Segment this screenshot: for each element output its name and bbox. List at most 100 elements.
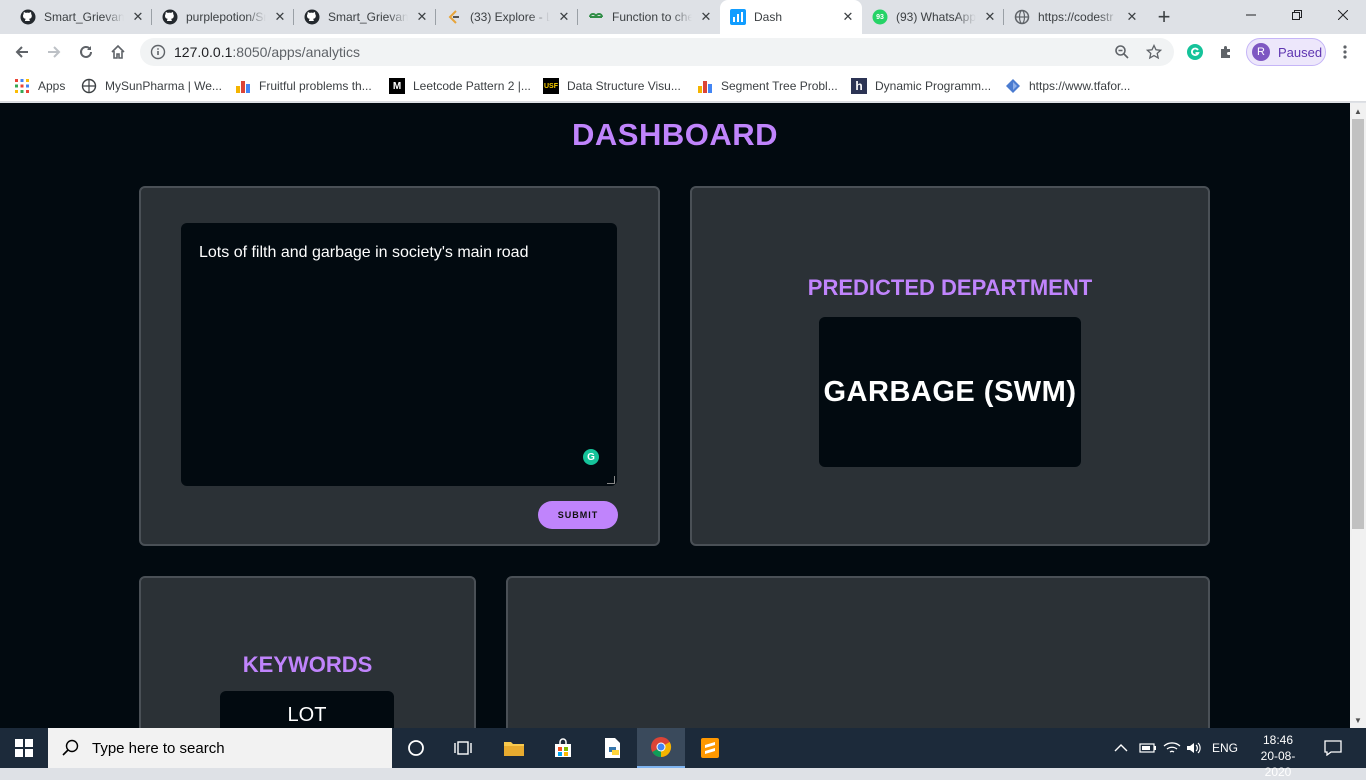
sublime-text-icon xyxy=(701,738,719,758)
prediction-panel: PREDICTED DEPARTMENT GARBAGE (SWM) xyxy=(690,186,1210,546)
address-bar[interactable]: 127.0.0.1:8050/apps/analytics xyxy=(140,38,1174,66)
close-tab-icon[interactable]: ✕ xyxy=(1124,9,1140,25)
complaint-text: Lots of filth and garbage in society's m… xyxy=(199,244,529,261)
zoom-icon[interactable] xyxy=(1114,44,1130,65)
url-path: :8050/apps/analytics xyxy=(232,44,361,60)
bar-chart-icon xyxy=(235,78,251,94)
whatsapp-icon: 93 xyxy=(872,9,888,25)
close-tab-icon[interactable]: ✕ xyxy=(556,9,572,25)
scroll-up-icon[interactable]: ▲ xyxy=(1350,103,1366,119)
tab-purplepotion[interactable]: purplepotion/Smart_Grievance ✕ xyxy=(152,0,294,34)
reload-button[interactable] xyxy=(74,40,98,64)
bookmark-dynamic-programming[interactable]: h Dynamic Programm... xyxy=(851,76,991,96)
start-button[interactable] xyxy=(0,728,48,768)
hackerearth-icon: h xyxy=(851,78,867,94)
windows-taskbar: Type here to search ENG 18:46 20-08-2020 xyxy=(0,728,1366,779)
tab-title: Function to check xyxy=(612,10,692,24)
folder-icon xyxy=(504,742,524,756)
new-tab-button[interactable]: + xyxy=(1150,4,1178,29)
back-button[interactable] xyxy=(10,40,34,64)
store-button[interactable] xyxy=(539,728,587,768)
tab-leetcode[interactable]: (33) Explore - LeetCode ✕ xyxy=(436,0,578,34)
dash-icon xyxy=(730,9,746,25)
notification-icon xyxy=(1324,740,1342,756)
python-file-app-button[interactable] xyxy=(588,728,636,768)
github-icon xyxy=(162,9,178,25)
complaint-input-panel: Lots of filth and garbage in society's m… xyxy=(139,186,660,546)
close-window-button[interactable] xyxy=(1320,0,1366,30)
bookmark-label: Segment Tree Probl... xyxy=(721,79,838,93)
taskbar-search-box[interactable]: Type here to search xyxy=(48,728,392,768)
arrow-right-icon xyxy=(48,46,61,58)
keywords-panel: KEYWORDS LOT xyxy=(139,576,476,728)
close-tab-icon[interactable]: ✕ xyxy=(272,9,288,25)
extensions-puzzle-icon[interactable] xyxy=(1214,40,1238,64)
chrome-taskbar-button[interactable] xyxy=(637,728,685,768)
home-button[interactable] xyxy=(106,40,130,64)
restore-button[interactable] xyxy=(1274,0,1320,30)
grammarly-extension-icon[interactable] xyxy=(1183,40,1207,64)
bookmark-star-icon[interactable] xyxy=(1145,43,1163,65)
complaint-textarea[interactable]: Lots of filth and garbage in society's m… xyxy=(181,223,617,486)
restore-icon xyxy=(1292,10,1302,20)
bookmarks-bar: Apps MySunPharma | We... Fruitful proble… xyxy=(0,70,1366,102)
task-view-button[interactable] xyxy=(440,728,488,768)
tab-smart-grievance-2[interactable]: Smart_Grievance ✕ xyxy=(294,0,436,34)
leetcode-icon xyxy=(446,9,462,25)
close-tab-icon[interactable]: ✕ xyxy=(130,9,146,25)
url-host: 127.0.0.1 xyxy=(174,44,233,60)
clock-time: 18:46 xyxy=(1262,733,1294,747)
wifi-icon[interactable] xyxy=(1163,728,1181,768)
globe-icon xyxy=(1014,9,1030,25)
browser-menu-button[interactable] xyxy=(1333,40,1357,64)
bookmark-tfafor[interactable]: https://www.tfafor... xyxy=(1005,76,1130,96)
file-explorer-button[interactable] xyxy=(490,728,538,768)
info-icon[interactable] xyxy=(150,44,166,65)
close-tab-icon[interactable]: ✕ xyxy=(414,9,430,25)
submit-button[interactable]: SUBMIT xyxy=(538,501,618,529)
tab-geeksforgeeks[interactable]: Function to check ✕ xyxy=(578,0,720,34)
sublime-text-button[interactable] xyxy=(686,728,734,768)
github-icon xyxy=(304,9,320,25)
tab-codestr[interactable]: https://codestr ✕ xyxy=(1004,0,1146,34)
bookmark-segment-tree[interactable]: Segment Tree Probl... xyxy=(697,76,838,96)
cortana-button[interactable] xyxy=(392,728,440,768)
tab-smart-grievance-1[interactable]: Smart_Grievance ✕ xyxy=(10,0,152,34)
tab-title: (93) WhatsApp xyxy=(896,10,976,24)
minimize-button[interactable] xyxy=(1228,0,1274,30)
close-tab-icon[interactable]: ✕ xyxy=(982,9,998,25)
volume-icon[interactable] xyxy=(1186,728,1202,768)
tab-title: (33) Explore - LeetCode xyxy=(470,10,550,24)
bookmark-leetcode-pattern[interactable]: M Leetcode Pattern 2 |... xyxy=(389,76,531,96)
kebab-menu-icon xyxy=(1343,45,1347,59)
cortana-circle-icon xyxy=(408,740,424,756)
close-tab-icon[interactable]: ✕ xyxy=(840,9,856,25)
system-clock[interactable]: 18:46 20-08-2020 xyxy=(1248,732,1308,780)
tab-dash[interactable]: Dash ✕ xyxy=(720,0,862,34)
keyword-item: LOT xyxy=(220,691,394,728)
language-indicator[interactable]: ENG xyxy=(1212,728,1238,768)
action-center-button[interactable] xyxy=(1324,728,1342,768)
profile-button[interactable]: R Paused xyxy=(1246,38,1326,66)
bookmark-mysunpharma[interactable]: MySunPharma | We... xyxy=(81,76,222,96)
scrollbar-thumb[interactable] xyxy=(1352,119,1364,529)
grammarly-icon[interactable]: G xyxy=(583,449,599,465)
page-scrollbar[interactable]: ▲ ▼ xyxy=(1350,103,1366,728)
store-bag-icon xyxy=(555,738,571,757)
bookmark-data-structure-visu[interactable]: USF Data Structure Visu... xyxy=(543,76,681,96)
search-icon xyxy=(62,739,79,756)
battery-icon[interactable] xyxy=(1139,728,1157,768)
geeksforgeeks-icon xyxy=(588,9,604,25)
close-tab-icon[interactable]: ✕ xyxy=(698,9,714,25)
forward-button[interactable] xyxy=(42,40,66,64)
tab-whatsapp[interactable]: 93 (93) WhatsApp ✕ xyxy=(862,0,1004,34)
show-hidden-icons-button[interactable] xyxy=(1114,728,1128,768)
resize-handle[interactable] xyxy=(607,476,615,484)
bookmark-label: Apps xyxy=(38,79,66,93)
scroll-down-icon[interactable]: ▼ xyxy=(1350,712,1366,728)
minimize-icon xyxy=(1246,14,1256,16)
dashboard-page: DASHBOARD Lots of filth and garbage in s… xyxy=(0,103,1350,728)
tab-title: Dash xyxy=(754,10,783,24)
bookmark-apps[interactable]: Apps xyxy=(14,76,65,96)
bookmark-fruitful-problems[interactable]: Fruitful problems th... xyxy=(235,76,372,96)
